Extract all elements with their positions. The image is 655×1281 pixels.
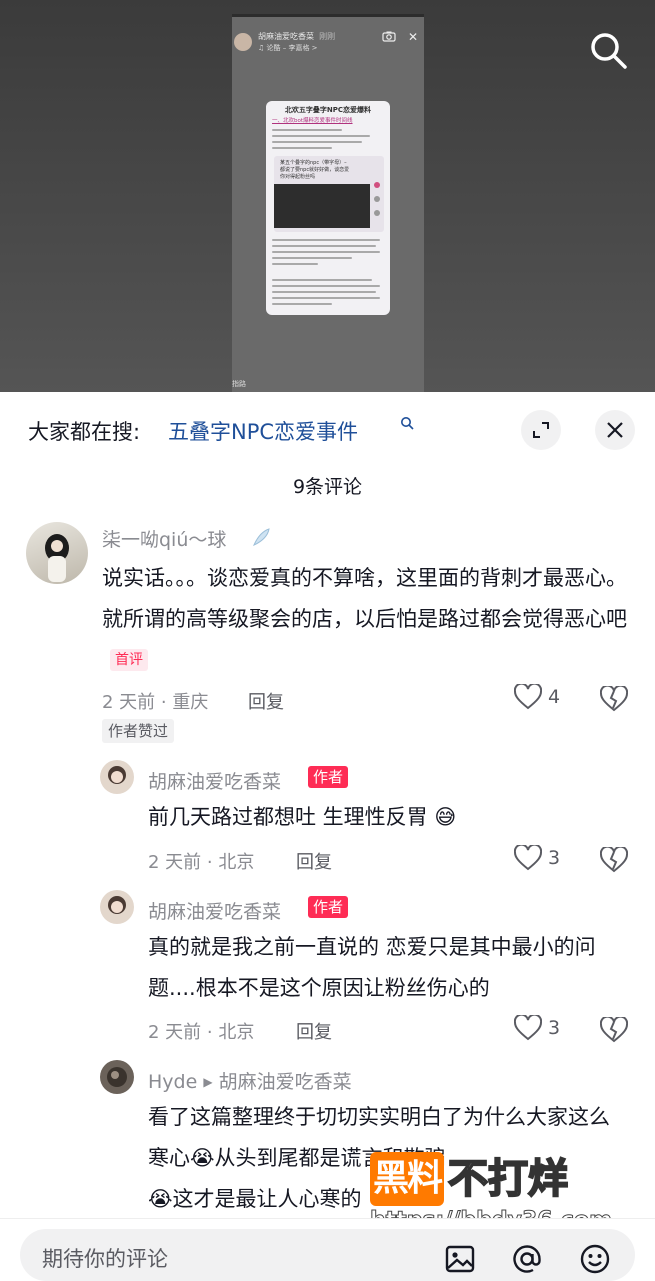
avatar-figure [45,534,69,582]
search-icon[interactable] [588,30,628,70]
heart-icon [514,1015,542,1041]
broken-heart-icon[interactable] [600,686,628,712]
post-card: 北欢五字叠字NPC恋爱爆料 一、北欢bot爆料恋爱事件时间线 某五个叠字的npc… [266,101,390,315]
close-button[interactable] [595,410,635,450]
embedded-comment-icon [374,196,380,202]
text-line [272,297,380,299]
like-count: 3 [548,1017,561,1039]
watermark-text: 不打烊 [447,1155,569,1203]
comment-input-bar: 期待你的评论 [0,1218,655,1281]
broken-heart-icon[interactable] [600,847,628,873]
author-badge: 作者 [308,896,349,918]
image-icon[interactable] [444,1243,476,1275]
text-line [272,257,352,259]
text-line [272,147,332,149]
first-comment-tag: 首评 [110,649,148,671]
comment-text: 真的就是我之前一直说的 恋爱只是其中最小的问题....根本不是这个原因让粉丝伤心… [148,935,596,1000]
video-preview[interactable]: 胡麻油爱吃香菜 刚刚 ♫ 论酷 – 李嘉格 > ✕ 北欢五字叠字NPC恋爱爆料 … [0,0,655,395]
video-footer-text: 指路 [232,380,246,388]
hot-search-label: 大家都在搜: [28,420,141,444]
heart-icon [514,684,542,710]
reply-arrow-icon: ▶ [203,1075,213,1089]
video-author-avatar [234,33,252,51]
broken-heart-icon[interactable] [600,1017,628,1043]
avatar-figure [108,766,126,784]
sweat-smile-emoji: 😅 [434,805,457,829]
text-line [272,251,380,253]
feather-icon [253,528,270,546]
heart-icon [514,845,542,871]
comment-username[interactable]: 胡麻油爱吃香菜 [148,767,281,794]
avatar[interactable] [100,890,134,924]
author-badge: 作者 [308,766,349,788]
text-line [272,303,332,305]
reply-button[interactable]: 回复 [296,848,332,874]
embedded-image [274,184,370,228]
comment-count-title: 9条评论 [292,476,363,498]
mention-icon[interactable] [511,1243,543,1275]
comment-meta: 2 天前 · 北京 [148,852,255,873]
like-count: 3 [548,847,561,869]
video-music: ♫ 论酷 – 李嘉格 > [258,44,318,52]
like-button[interactable]: 4 [514,684,560,710]
close-icon: ✕ [408,30,419,44]
comment-text: 前几天路过都想吐 生理性反胃 😅 [148,805,457,829]
avatar[interactable] [100,1060,134,1094]
text-line [272,239,380,241]
text-line [272,263,318,265]
crying-emoji: 😭 [190,1146,215,1170]
watermark-box: 黑料 [370,1152,444,1206]
search-small-icon[interactable] [400,416,414,434]
avatar-figure [107,1067,127,1087]
text-line [272,285,380,287]
comment-sheet: 大家都在搜: 五叠字NPC恋爱事件 9条评论 柒一呦qiú～球 说实话。。。谈恋… [0,392,655,1280]
camera-icon [382,31,396,42]
text-line [272,245,376,247]
comment-username[interactable]: 胡麻油爱吃香菜 [148,897,281,924]
expand-icon [533,422,549,438]
author-liked-tag: 作者赞过 [102,719,175,743]
text-line [272,141,362,143]
comment-meta: 2 天前 · 重庆 [102,692,209,713]
comment-meta: 2 天前 · 北京 [148,1022,255,1043]
close-icon [607,422,623,438]
comment-input-placeholder: 期待你的评论 [42,1247,168,1271]
like-button[interactable]: 3 [514,1015,560,1041]
comment-username[interactable]: 柒一呦qiú～球 [102,525,226,552]
avatar[interactable] [26,522,88,584]
comment-text: 说实话。。。谈恋爱真的不算啥，这里面的背刺才最恶心。就所谓的高等级聚会的店，以后… [102,558,630,681]
text-line [272,135,370,137]
embedded-post-text: 某五个叠字的npc（带字母）– 都说了要npc就好好做，谈恋爱你对得起粉丝吗 [280,160,350,180]
text-line [272,291,376,293]
crying-emoji: 😭 [148,1187,173,1211]
emoji-icon[interactable] [579,1243,611,1275]
card-subtitle: 一、北欢bot爆料恋爱事件时间线 [272,118,353,124]
like-count: 4 [548,686,561,708]
video-author-name: 胡麻油爱吃香菜 刚刚 [258,32,336,41]
reply-button[interactable]: 回复 [248,688,284,714]
hot-search-query[interactable]: 五叠字NPC恋爱事件 [168,416,358,446]
video-frame: 胡麻油爱吃香菜 刚刚 ♫ 论酷 – 李嘉格 > ✕ 北欢五字叠字NPC恋爱爆料 … [232,14,424,395]
reply-target-username[interactable]: 胡麻油爱吃香菜 [219,1071,352,1093]
comment-username[interactable]: Hyde ▶ 胡麻油爱吃香菜 [148,1067,352,1094]
avatar-figure [108,896,126,914]
text-line [272,279,372,281]
avatar[interactable] [100,760,134,794]
card-title: 北欢五字叠字NPC恋爱爆料 [284,106,372,114]
expand-button[interactable] [521,410,561,450]
like-button[interactable]: 3 [514,845,560,871]
reply-button[interactable]: 回复 [296,1018,332,1044]
card-embedded-post: 某五个叠字的npc（带字母）– 都说了要npc就好好做，谈恋爱你对得起粉丝吗 [274,156,384,232]
text-line [272,129,342,131]
embedded-share-icon [374,210,380,216]
embedded-like-icon [374,182,380,188]
